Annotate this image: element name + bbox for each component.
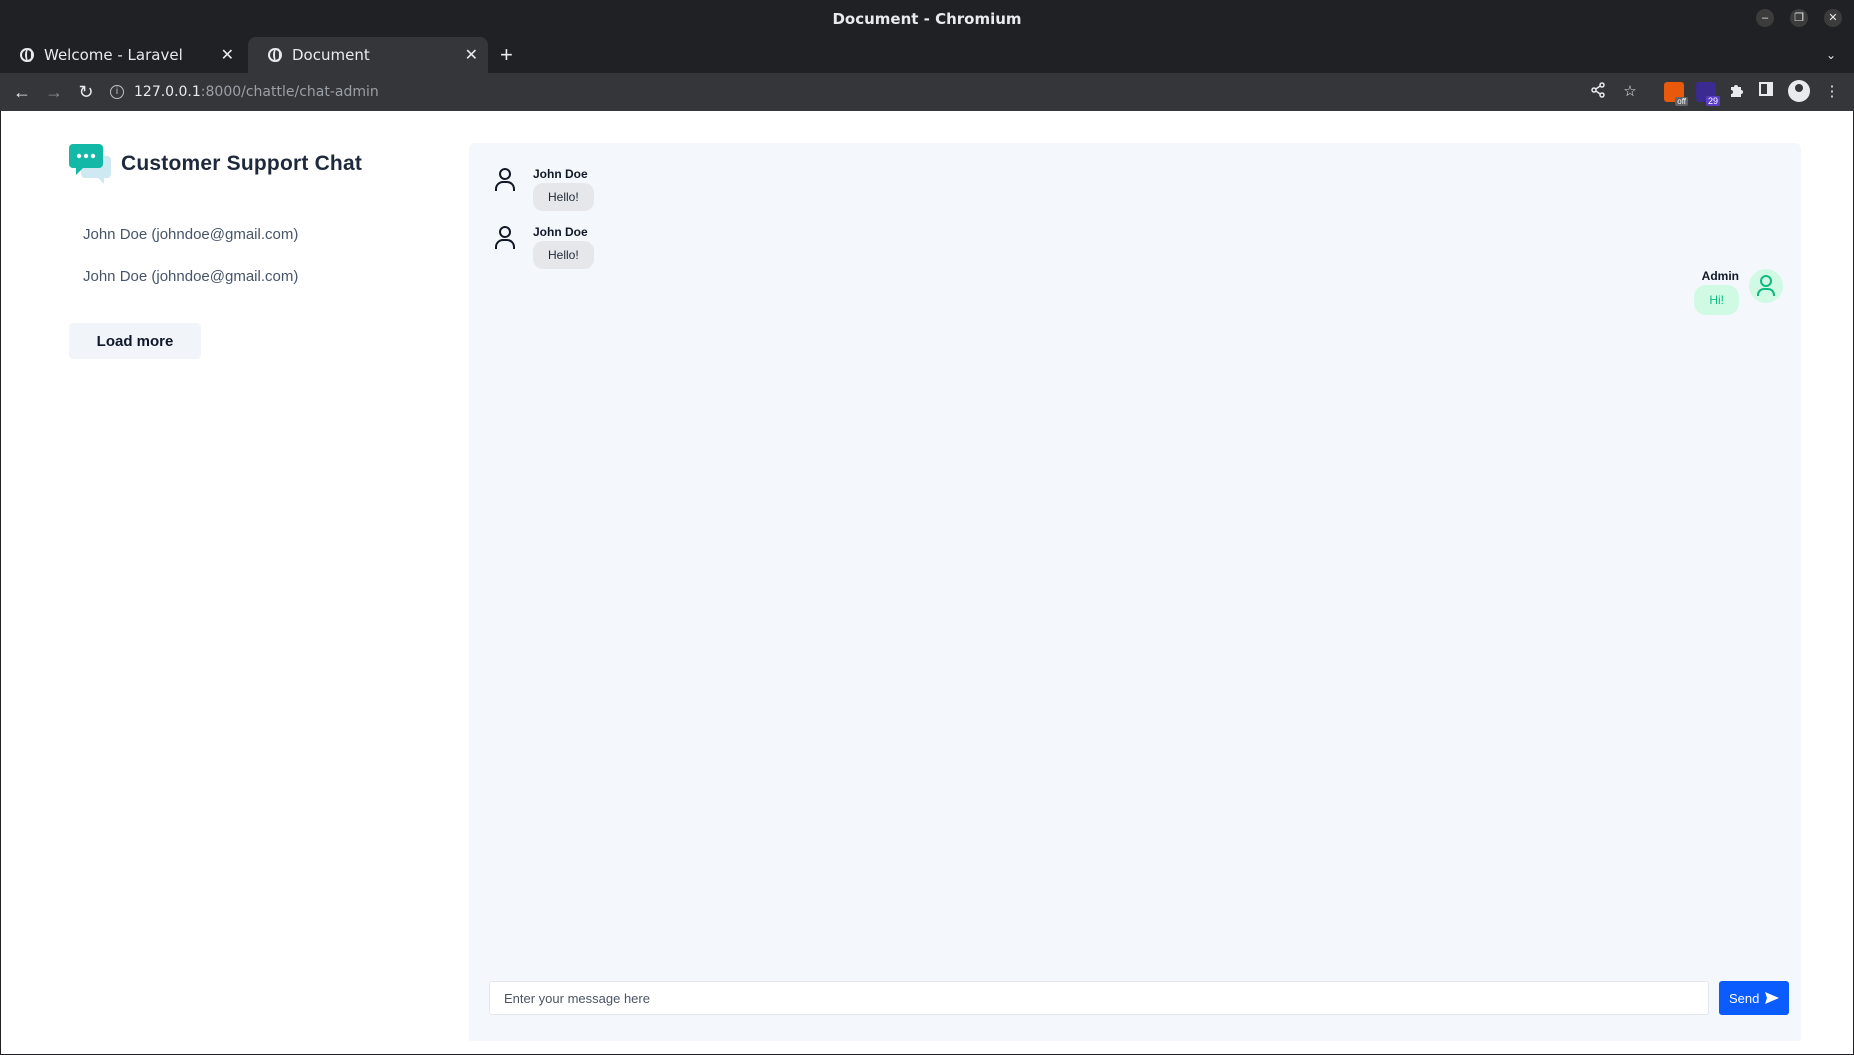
message-bubble: Hello! [533, 241, 594, 269]
message-composer: Send [469, 963, 1801, 1041]
extension-badge: 29 [1705, 96, 1720, 106]
url-host: 127.0.0.1 [134, 84, 201, 100]
browser-toolbar: ← → ↻ i 127.0.0.1:8000/chattle/chat-admin… [0, 73, 1854, 111]
tab-document[interactable]: Document ✕ [248, 37, 488, 73]
send-arrow-icon [1765, 992, 1779, 1004]
puzzle-icon[interactable] [1726, 82, 1746, 102]
chat-panel: John Doe Hello! John Doe Hello! Admin Hi… [469, 143, 1801, 1041]
extension-icon[interactable]: 29 [1696, 82, 1720, 106]
tab-close-button[interactable]: ✕ [465, 37, 478, 73]
chat-message: John Doe Hello! [493, 225, 693, 271]
window-titlebar: Document - Chromium – ❐ ✕ [0, 0, 1854, 37]
window-title: Document - Chromium [832, 10, 1022, 28]
globe-icon [268, 48, 282, 62]
extension-icon[interactable]: off [1664, 82, 1688, 106]
forward-icon[interactable]: → [42, 80, 66, 104]
minimize-button[interactable]: – [1756, 9, 1774, 27]
chat-message: John Doe Hello! [493, 167, 693, 213]
message-sender: Admin [1701, 269, 1739, 283]
restore-button[interactable]: ❐ [1790, 9, 1808, 27]
message-sender: John Doe [533, 167, 588, 181]
user-icon [495, 168, 515, 191]
send-button[interactable]: Send [1719, 981, 1789, 1015]
load-more-button[interactable]: Load more [69, 323, 201, 359]
share-icon[interactable] [1588, 82, 1608, 102]
back-icon[interactable]: ← [10, 80, 34, 104]
message-input[interactable] [489, 981, 1709, 1015]
menu-icon[interactable]: ⋮ [1822, 82, 1842, 102]
send-label: Send [1729, 990, 1760, 1006]
user-list: John Doe (johndoe@gmail.com) John Doe (j… [69, 224, 389, 308]
extension-badge: off [1675, 97, 1688, 106]
tab-search-icon[interactable]: ⌄ [1826, 37, 1836, 73]
globe-icon [20, 48, 34, 62]
user-list-item[interactable]: John Doe (johndoe@gmail.com) [69, 266, 389, 308]
new-tab-button[interactable]: + [500, 37, 520, 73]
message-bubble: Hi! [1694, 285, 1739, 315]
bookmark-star-icon[interactable]: ☆ [1620, 82, 1640, 102]
message-bubble: Hello! [533, 183, 594, 211]
page-title: Customer Support Chat [121, 152, 363, 175]
chat-bubbles-icon [69, 144, 111, 184]
user-icon [495, 226, 515, 249]
chat-message-admin: Admin Hi! [1663, 269, 1783, 319]
user-icon [1757, 275, 1775, 296]
reload-icon[interactable]: ↻ [74, 80, 98, 104]
side-panel-icon[interactable] [1756, 82, 1776, 102]
user-list-item[interactable]: John Doe (johndoe@gmail.com) [69, 224, 389, 266]
page-content: Customer Support Chat John Doe (johndoe@… [1, 111, 1853, 1054]
url-path: :8000/chattle/chat-admin [200, 84, 379, 100]
tab-welcome-laravel[interactable]: Welcome - Laravel ✕ [0, 37, 244, 73]
message-sender: John Doe [533, 225, 588, 239]
close-window-button[interactable]: ✕ [1824, 9, 1842, 27]
address-bar[interactable]: i 127.0.0.1:8000/chattle/chat-admin [110, 73, 379, 111]
tab-close-button[interactable]: ✕ [221, 37, 234, 73]
tab-label: Welcome - Laravel [44, 46, 183, 64]
tab-strip: Welcome - Laravel ✕ Document ✕ [0, 37, 1854, 73]
admin-avatar [1749, 269, 1783, 303]
tab-label: Document [292, 46, 370, 64]
profile-avatar-icon[interactable] [1788, 80, 1810, 102]
info-icon[interactable]: i [110, 85, 124, 99]
